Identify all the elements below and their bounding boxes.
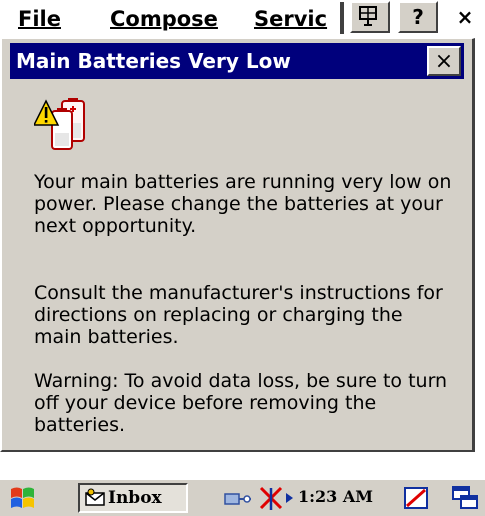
low-battery-dialog: Main Batteries Very Low × Your main batt… [0, 38, 475, 452]
taskbar: Inbox 1:23 AM [0, 478, 485, 516]
message-paragraph-2: Consult the manufacturer's instructions … [34, 282, 443, 348]
menu-separator [340, 2, 344, 34]
battery-icon[interactable] [402, 484, 432, 512]
app-close-button[interactable]: × [446, 1, 484, 33]
message-paragraph-1: Your main batteries are running very low… [34, 171, 452, 237]
message-paragraph-3: Warning: To avoid data loss, be sure to … [34, 370, 448, 436]
help-button[interactable]: ? [398, 1, 438, 33]
menu-services[interactable]: Servic [254, 2, 338, 34]
dialog-close-button[interactable]: × [427, 46, 461, 76]
keyboard-icon [359, 6, 377, 26]
dialog-title-bar: Main Batteries Very Low × [10, 43, 464, 79]
windows-icon[interactable] [450, 484, 480, 512]
inbox-taskbar-button[interactable]: Inbox [78, 483, 188, 513]
menu-bar: File Compose Servic ? × [0, 0, 485, 38]
menu-compose[interactable]: Compose [110, 2, 230, 34]
start-icon[interactable] [3, 483, 41, 513]
inbox-label: Inbox [108, 488, 162, 508]
dialog-title: Main Batteries Very Low [16, 49, 291, 73]
menu-file[interactable]: File [18, 2, 78, 34]
antenna-icon[interactable] [257, 484, 297, 512]
network-icon[interactable] [223, 484, 253, 512]
inbox-icon [85, 488, 105, 506]
battery-warning-icon [34, 98, 85, 150]
clock[interactable]: 1:23 AM [298, 480, 373, 514]
keyboard-button[interactable] [350, 1, 390, 33]
